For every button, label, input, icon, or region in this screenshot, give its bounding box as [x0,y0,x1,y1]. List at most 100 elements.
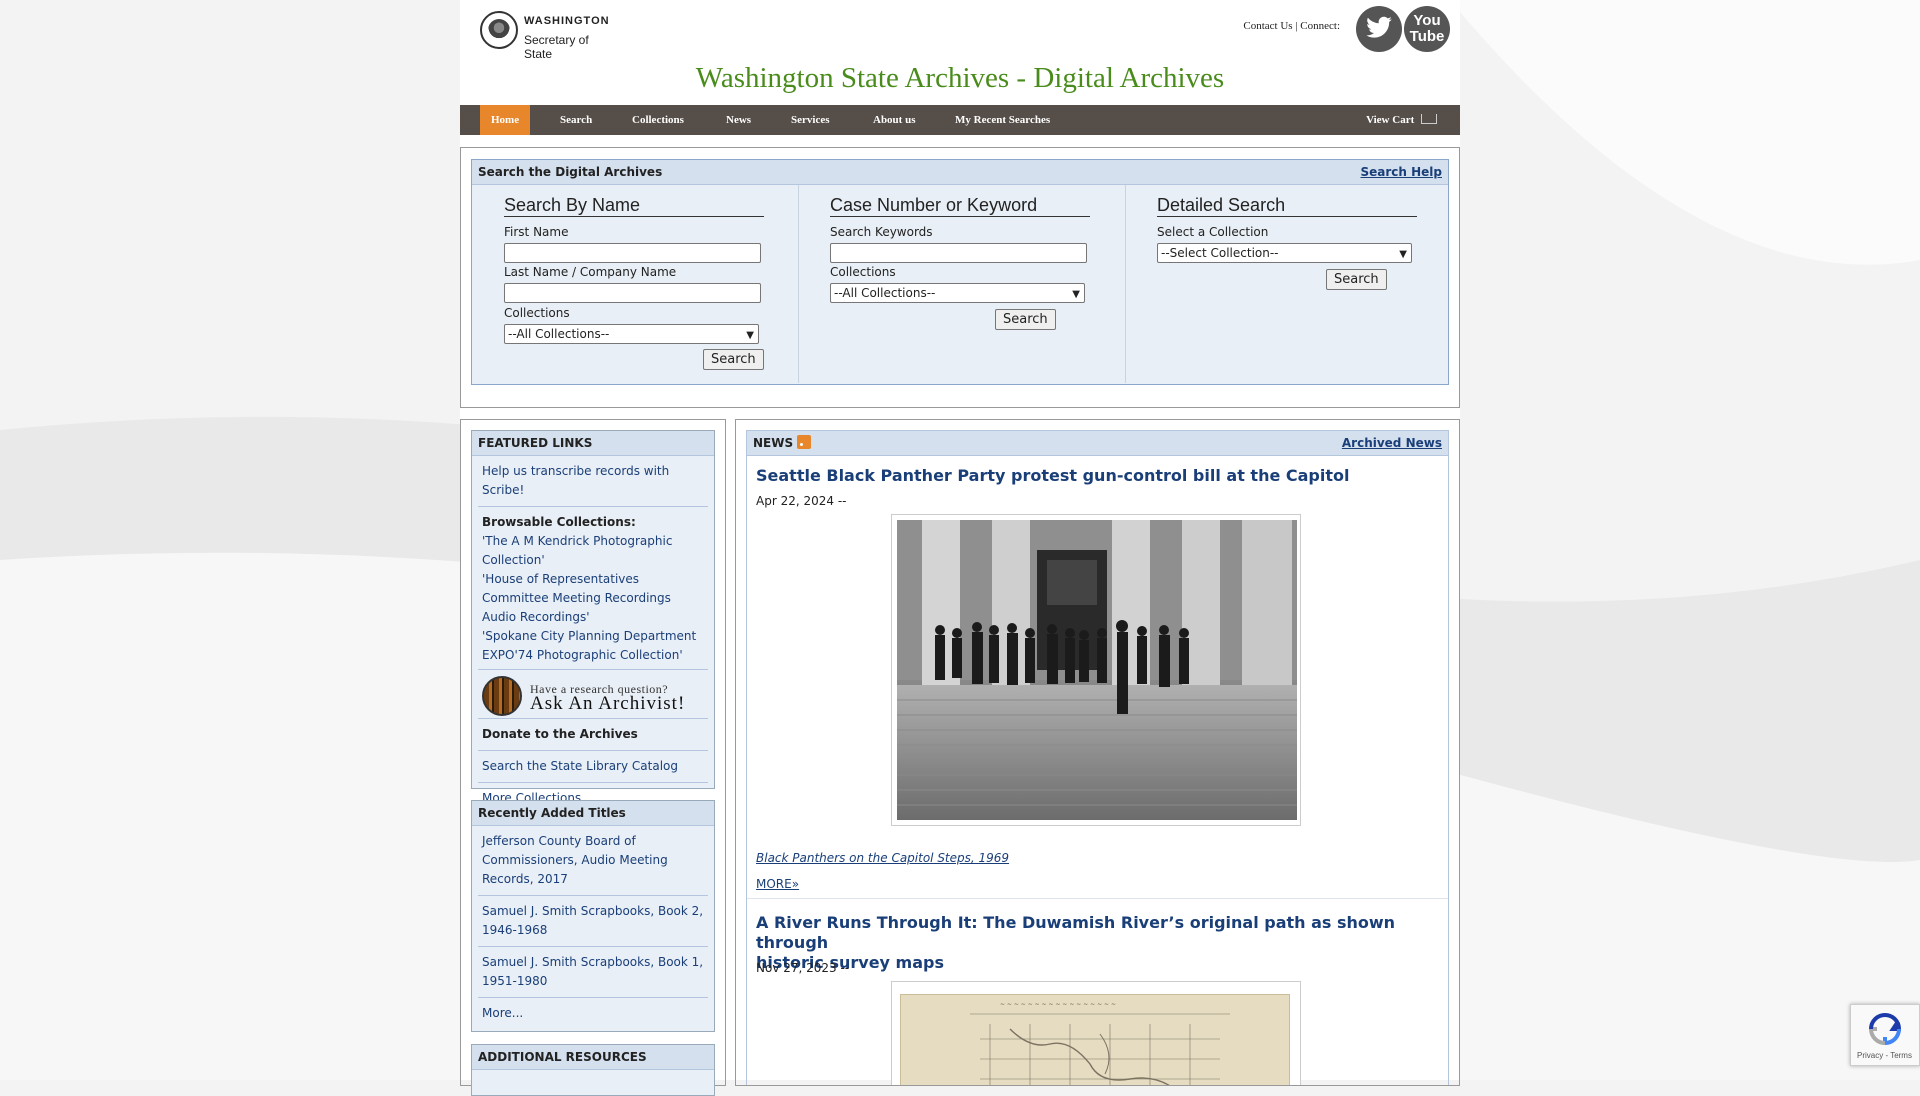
news-item-title-line2: historic survey maps [756,953,944,972]
view-cart-label: View Cart [1366,114,1415,126]
rss-icon[interactable] [797,435,812,449]
keywords-label: Search Keywords [830,225,933,239]
recaptcha-badge[interactable]: Privacy - Terms [1850,1004,1920,1066]
keyword-collections-value: --All Collections-- [834,286,936,300]
last-name-input[interactable] [504,283,761,303]
browsable-link-spokane[interactable]: 'Spokane City Planning Department EXPO'7… [482,627,704,665]
news-divider [747,898,1448,899]
keyword-search-button[interactable]: Search [995,309,1056,330]
black-panthers-photo [897,520,1297,820]
top-links: Contact Us | Connect: [1243,20,1340,32]
chevron-down-icon: ▼ [1399,249,1407,260]
state-library-link[interactable]: Search the State Library Catalog [478,751,708,783]
browsable-collections: Browsable Collections: 'The A M Kendrick… [478,507,708,670]
ask-an-archivist-banner[interactable]: Have a research question? Ask An Archivi… [478,670,708,719]
browsable-link-kendrick[interactable]: 'The A M Kendrick Photographic Collectio… [482,532,704,570]
news-item-title[interactable]: A River Runs Through It: The Duwamish Ri… [756,913,1448,973]
main-nav: Home Search Collections News Services Ab… [460,105,1460,135]
recaptcha-text[interactable]: Privacy - Terms [1857,1051,1912,1060]
donate-link[interactable]: Donate to the Archives [478,719,708,751]
connect-label: Connect: [1300,20,1340,32]
logo-line2: Secretary of State [524,33,589,61]
site-title[interactable]: Washington State Archives - Digital Arch… [460,62,1460,95]
news-item-date: Nov 27, 2023 -- [756,961,850,975]
featured-links-header: FEATURED LINKS [472,431,714,456]
news-item-date: Apr 22, 2024 -- [756,494,847,508]
nav-home[interactable]: Home [480,105,531,135]
recent-titles-box: Recently Added Titles Jefferson County B… [471,800,715,1032]
search-panel-header: Search the Digital Archives Search Help [472,160,1448,185]
logo-line1: WASHINGTON [524,15,610,27]
last-name-label: Last Name / Company Name [504,265,677,279]
search-section: Search the Digital Archives Search Help … [460,147,1460,408]
nav-recent-searches[interactable]: My Recent Searches [944,105,1061,135]
state-seal-icon [480,11,518,49]
separator: | [1295,20,1298,32]
svg-text:~ ~ ~ ~ ~ ~ ~ ~ ~ ~ ~ ~ ~ ~ ~: ~ ~ ~ ~ ~ ~ ~ ~ ~ ~ ~ ~ ~ ~ ~ ~ ~ [1000,1001,1116,1008]
recaptcha-icon [1868,1013,1902,1045]
search-panel: Search the Digital Archives Search Help … [471,159,1449,385]
search-by-name: Search By Name First Name Last Name / Co… [472,185,798,383]
nav-search[interactable]: Search [549,105,603,135]
search-panel-title: Search the Digital Archives [478,165,663,179]
keyword-collections-label: Collections [830,265,896,279]
keyword-search-heading: Case Number or Keyword [830,195,1090,217]
detailed-search-button[interactable]: Search [1326,269,1387,290]
browsable-collections-title: Browsable Collections: [482,515,636,529]
collections-select-value: --All Collections-- [508,327,610,341]
recent-title-item[interactable]: Samuel J. Smith Scrapbooks, Book 1, 1951… [478,947,708,998]
detailed-search: Detailed Search Select a Collection --Se… [1125,185,1448,383]
archived-news-link[interactable]: Archived News [1342,431,1442,455]
recent-titles-more-link[interactable]: More... [478,998,708,1029]
keywords-input[interactable] [830,243,1087,263]
search-help-link[interactable]: Search Help [1360,160,1442,184]
first-name-label: First Name [504,225,569,239]
news-panel: NEWS Archived News Seattle Black Panther… [746,430,1449,1085]
page-container: WASHINGTON Secretary of State Contact Us… [460,0,1460,1096]
select-collection-label: Select a Collection [1157,225,1269,239]
collections-select[interactable]: --All Collections-- ▼ [504,324,759,344]
view-cart-link[interactable]: View Cart [1355,105,1448,135]
cart-icon [1421,114,1437,124]
site-header: WASHINGTON Secretary of State Contact Us… [460,0,1460,105]
search-by-name-heading: Search By Name [504,195,764,217]
browsable-link-house[interactable]: 'House of Representatives Committee Meet… [482,570,704,627]
select-collection-dropdown[interactable]: --Select Collection-- ▼ [1157,243,1412,263]
youtube-icon[interactable]: You Tube [1404,6,1450,52]
sos-logo[interactable]: WASHINGTON Secretary of State [480,11,620,61]
select-collection-value: --Select Collection-- [1161,246,1279,260]
news-item-title[interactable]: Seattle Black Panther Party protest gun-… [756,466,1349,486]
nav-news[interactable]: News [715,105,762,135]
search-by-name-button[interactable]: Search [703,349,764,370]
chevron-down-icon: ▼ [1072,289,1080,300]
nav-about[interactable]: About us [862,105,927,135]
additional-resources-header: ADDITIONAL RESOURCES [472,1045,714,1070]
contact-us-link[interactable]: Contact Us [1243,20,1292,32]
youtube-line1: You [1413,12,1441,29]
first-name-input[interactable] [504,243,761,263]
news-item-title-line1: A River Runs Through It: The Duwamish Ri… [756,913,1396,952]
youtube-line2: Tube [1409,28,1445,45]
news-item-caption[interactable]: Black Panthers on the Capitol Steps, 196… [756,851,1009,865]
additional-resources-box: ADDITIONAL RESOURCES [471,1044,715,1096]
news-item-image[interactable] [891,514,1301,826]
twitter-icon[interactable] [1356,6,1402,52]
news-section: NEWS Archived News Seattle Black Panther… [735,419,1460,1086]
featured-links-box: FEATURED LINKS Help us transcribe record… [471,430,715,805]
detailed-search-heading: Detailed Search [1157,195,1417,217]
recent-title-item[interactable]: Jefferson County Board of Commissioners,… [478,826,708,896]
news-title: NEWS [753,436,794,450]
news-header: NEWS Archived News [747,431,1448,456]
books-icon [482,676,522,716]
news-item-image[interactable]: ~ ~ ~ ~ ~ ~ ~ ~ ~ ~ ~ ~ ~ ~ ~ ~ ~ [891,981,1301,1085]
nav-services[interactable]: Services [780,105,840,135]
keyword-collections-select[interactable]: --All Collections-- ▼ [830,283,1085,303]
nav-collections[interactable]: Collections [621,105,695,135]
recent-titles-header: Recently Added Titles [472,801,714,826]
collections-label: Collections [504,306,570,320]
recent-title-item[interactable]: Samuel J. Smith Scrapbooks, Book 2, 1946… [478,896,708,947]
left-sidebar: FEATURED LINKS Help us transcribe record… [460,419,726,1096]
scribe-link[interactable]: Help us transcribe records with Scribe! [478,456,708,507]
news-item-more-link[interactable]: MORE» [756,877,799,891]
keyword-search: Case Number or Keyword Search Keywords C… [798,185,1125,383]
